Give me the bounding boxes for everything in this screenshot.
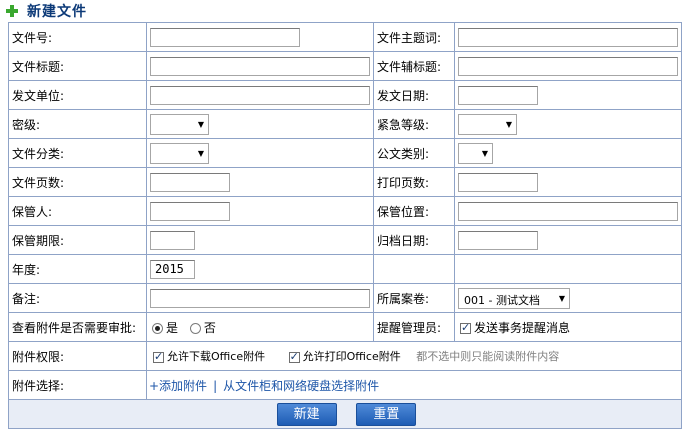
button-row: 新建 重置 [8, 399, 682, 429]
keep-period-input[interactable] [150, 230, 195, 250]
keeper-input[interactable] [150, 201, 230, 221]
page-count-input[interactable] [150, 172, 230, 192]
form-row: 密级: ▼ 紧急等级: ▼ [8, 109, 682, 139]
sub-title-input[interactable] [458, 56, 678, 76]
archive-date-label: 归档日期: [373, 225, 455, 255]
empty-cell [454, 254, 682, 284]
print-pages-label: 打印页数: [373, 167, 455, 197]
year-input[interactable]: 2015 [150, 259, 195, 279]
file-title-input[interactable] [150, 56, 370, 76]
form-row: 备注: 所属案卷: 001 - 测试文档 ▼ [8, 283, 682, 313]
year-label: 年度: [8, 254, 147, 284]
chevron-down-icon: ▼ [505, 119, 512, 129]
form-row: 附件选择: +添加附件 | 从文件柜和网络硬盘选择附件 [8, 370, 682, 400]
form-row: 年度: 2015 [8, 254, 682, 284]
select-from-cabinet-link[interactable]: 从文件柜和网络硬盘选择附件 [223, 379, 379, 393]
sub-title-label: 文件辅标题: [373, 51, 455, 81]
urgency-label: 紧急等级: [373, 109, 455, 139]
new-file-form: 文件号: 文件主题词: 文件标题: 文件辅标题: 发文单位: 发文日期: 密级:… [8, 22, 682, 429]
approval-no-label: 否 [203, 320, 216, 335]
allow-print-label: 允许打印Office附件 [302, 350, 401, 363]
attach-approval-label: 查看附件是否需要审批: [8, 312, 147, 342]
remind-admin-label: 提醒管理员: [373, 312, 455, 342]
approval-no-radio[interactable] [189, 322, 201, 334]
doc-type-label: 公文类别: [373, 138, 455, 168]
file-no-input[interactable] [150, 27, 300, 47]
print-pages-input[interactable] [458, 172, 538, 192]
archive-date-input[interactable] [458, 230, 538, 250]
volume-value: 001 - 测试文档 [464, 293, 540, 307]
issue-date-input[interactable] [458, 85, 538, 105]
attach-perm-label: 附件权限: [8, 341, 147, 371]
plus-icon [6, 5, 18, 17]
secret-level-select[interactable]: ▼ [150, 113, 209, 135]
remark-input[interactable] [150, 288, 370, 308]
remind-checkbox-label: 发送事务提醒消息 [474, 320, 571, 335]
allow-print-checkbox[interactable] [288, 350, 300, 363]
doc-type-select[interactable]: ▼ [458, 142, 493, 164]
create-button[interactable]: 新建 [276, 402, 337, 426]
allow-download-checkbox[interactable] [153, 350, 164, 363]
issuer-input[interactable] [150, 85, 370, 105]
keep-location-input[interactable] [458, 201, 678, 221]
approval-yes-radio[interactable] [152, 322, 163, 334]
form-row: 查看附件是否需要审批: 是 否 提醒管理员: 发送事务提醒消息 [8, 312, 682, 342]
form-row: 文件分类: ▼ 公文类别: ▼ [8, 138, 682, 168]
form-row: 文件标题: 文件辅标题: [8, 51, 682, 81]
approval-yes-label: 是 [166, 320, 179, 335]
chevron-down-icon: ▼ [558, 293, 565, 303]
attach-select-label: 附件选择: [8, 370, 147, 400]
add-attachment-link[interactable]: +添加附件 [149, 379, 207, 393]
subject-words-label: 文件主题词: [373, 22, 455, 52]
form-row: 发文单位: 发文日期: [8, 80, 682, 110]
chevron-down-icon: ▼ [481, 148, 488, 158]
file-no-label: 文件号: [8, 22, 147, 52]
page-title: 新建文件 [27, 4, 87, 20]
category-select[interactable]: ▼ [150, 142, 209, 164]
empty-cell [373, 254, 455, 284]
keep-period-label: 保管期限: [8, 225, 147, 255]
remind-checkbox[interactable] [460, 321, 471, 334]
form-row: 文件页数: 打印页数: [8, 167, 682, 197]
volume-select[interactable]: 001 - 测试文档 ▼ [458, 287, 570, 309]
form-row: 附件权限: 允许下载Office附件 允许打印Office附件 都不选中则只能阅… [8, 341, 682, 371]
category-label: 文件分类: [8, 138, 147, 168]
perm-hint: 都不选中则只能阅读附件内容 [416, 350, 560, 363]
keeper-label: 保管人: [8, 196, 147, 226]
page-header: 新建文件 [0, 0, 688, 22]
subject-words-input[interactable] [458, 27, 678, 47]
form-row: 文件号: 文件主题词: [8, 22, 682, 52]
chevron-down-icon: ▼ [197, 148, 204, 158]
secret-level-label: 密级: [8, 109, 147, 139]
issue-date-label: 发文日期: [373, 80, 455, 110]
remark-label: 备注: [8, 283, 147, 313]
volume-label: 所属案卷: [373, 283, 455, 313]
link-separator: | [213, 378, 218, 393]
urgency-select[interactable]: ▼ [458, 113, 517, 135]
file-title-label: 文件标题: [8, 51, 147, 81]
keep-location-label: 保管位置: [373, 196, 455, 226]
allow-download-label: 允许下载Office附件 [167, 350, 266, 363]
form-row: 保管期限: 归档日期: [8, 225, 682, 255]
chevron-down-icon: ▼ [197, 119, 204, 129]
reset-button[interactable]: 重置 [356, 402, 417, 426]
issuer-label: 发文单位: [8, 80, 147, 110]
form-row: 保管人: 保管位置: [8, 196, 682, 226]
page-count-label: 文件页数: [8, 167, 147, 197]
